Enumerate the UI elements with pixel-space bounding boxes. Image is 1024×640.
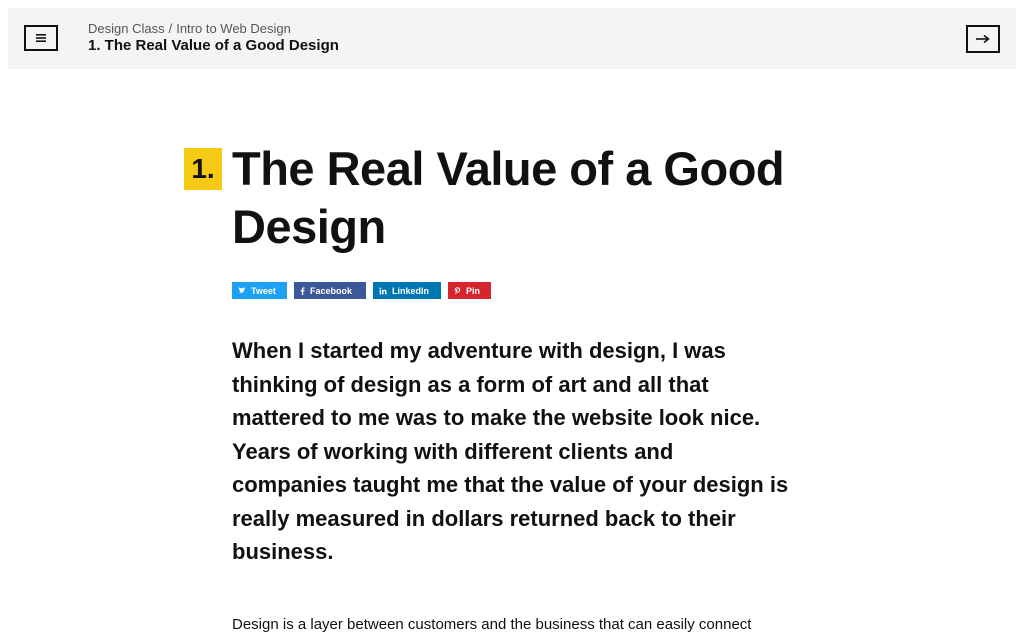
arrow-right-icon	[976, 34, 990, 44]
facebook-icon	[300, 286, 305, 295]
linkedin-button[interactable]: LinkedIn	[373, 282, 441, 299]
current-lesson-title: 1. The Real Value of a Good Design	[88, 37, 339, 54]
breadcrumb-course-link[interactable]: Design Class	[88, 21, 165, 36]
menu-icon	[36, 34, 46, 42]
pin-label: Pin	[466, 285, 481, 296]
next-lesson-button[interactable]	[966, 25, 1000, 53]
linkedin-label: LinkedIn	[392, 285, 430, 296]
tweet-label: Tweet	[251, 285, 276, 296]
linkedin-icon	[379, 286, 387, 294]
breadcrumb: Design Class / Intro to Web Design	[88, 21, 291, 37]
lesson-number-badge: 1.	[184, 148, 222, 190]
article-title: The Real Value of a Good Design	[232, 142, 785, 253]
body-paragraph: Design is a layer between customers and …	[232, 616, 752, 633]
breadcrumb-section-link[interactable]: Intro to Web Design	[176, 21, 291, 36]
page: Design Class / Intro to Web Design 1. The …	[0, 0, 1024, 640]
menu-button[interactable]	[24, 25, 58, 51]
twitter-icon	[238, 287, 246, 294]
pinterest-icon	[454, 286, 461, 295]
facebook-label: Facebook	[310, 285, 353, 296]
share-buttons: Tweet Facebook LinkedIn Pin	[232, 282, 491, 299]
pin-button[interactable]: Pin	[448, 282, 491, 299]
tweet-button[interactable]: Tweet	[232, 282, 287, 299]
lead-paragraph: When I started my adventure with design,…	[232, 338, 789, 564]
facebook-button[interactable]: Facebook	[294, 282, 366, 299]
breadcrumb-separator: /	[168, 21, 173, 36]
top-bar: Design Class / Intro to Web Design 1. The …	[8, 8, 1016, 69]
